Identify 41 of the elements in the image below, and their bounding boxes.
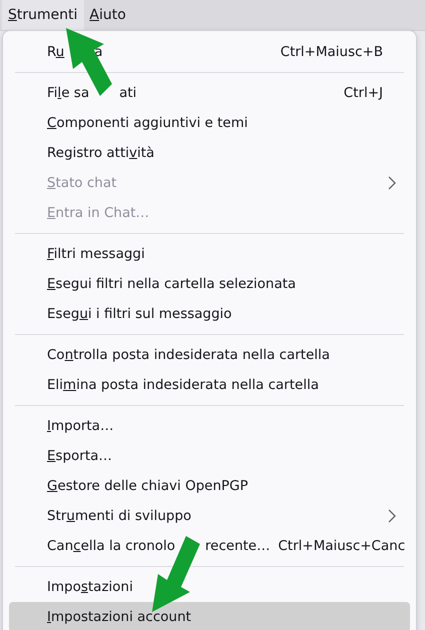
menu-bar-item[interactable]: Aiuto [84, 0, 132, 30]
menu-item[interactable]: Impostazioni [9, 572, 410, 602]
menu-item-label: Filtri messaggi [47, 246, 145, 262]
shortcut-label: Ctrl+Maiusc+B [280, 44, 383, 60]
menu-item-label: Componenti aggiuntivi e temi [47, 115, 248, 131]
menu-item[interactable]: Esegui i filtri sul messaggio [9, 299, 410, 329]
menu-item[interactable]: Filtri messaggi [9, 239, 410, 269]
menu-item[interactable]: Registro attività [9, 138, 410, 168]
menu-item[interactable]: Elimina posta indesiderata nella cartella [9, 370, 410, 400]
menu-item-label: Gestore delle chiavi OpenPGP [47, 478, 248, 494]
menu-item-label: recente… [205, 538, 270, 554]
menu-item[interactable]: File sa ati Ctrl+J [9, 78, 410, 108]
menu-item-label: Impostazioni [47, 579, 133, 595]
menu-item-label: Registro attività [47, 145, 154, 161]
menu-item-label: Impostazioni account [47, 609, 192, 625]
menu-item[interactable]: Cancella la cronolo recente… Ctrl+Maiusc+Canc [9, 531, 410, 561]
menu-item-label: Esegui i filtri sul messaggio [47, 306, 232, 322]
menu-item-label: Esegui filtri nella cartella selezionata [47, 276, 296, 292]
menu-item-label: Elimina posta indesiderata nella cartella [47, 377, 319, 393]
menu-item-label: Ru [47, 44, 64, 60]
menu-bar-item[interactable]: Strumenti [2, 0, 84, 30]
menu-item[interactable]: Importa… [9, 411, 410, 441]
menu-item-label: Cancella la cronolo [47, 538, 176, 554]
menu-item[interactable]: Impostazioni account [9, 602, 410, 630]
shortcut-label: Ctrl+J [344, 85, 383, 101]
menu-item-label: Importa… [47, 418, 114, 434]
menu-item-label: Entra in Chat… [47, 205, 150, 221]
menu-item-label: Esporta… [47, 448, 112, 464]
menu-item[interactable]: Esegui filtri nella cartella selezionata [9, 269, 410, 299]
arrow-drawing [64, 26, 114, 98]
menu-item[interactable]: Gestore delle chiavi OpenPGP [9, 471, 410, 501]
menu-item[interactable]: Controlla posta indesiderata nella cartella [9, 340, 410, 370]
menu-item-label: File sa [47, 85, 90, 101]
menu-item[interactable]: Esporta… [9, 441, 410, 471]
menu-item-label: Strumenti di sviluppo [47, 508, 192, 524]
menu-item-label: Controlla posta indesiderata nella cartella [47, 347, 330, 363]
menu-item-label: ati [119, 85, 137, 101]
menu-item[interactable]: Componenti aggiuntivi e temi [9, 108, 410, 138]
menu-item-label: Stato chat [47, 175, 117, 191]
menu-item[interactable]: Strumenti di sviluppo [9, 501, 410, 531]
shortcut-label: Ctrl+Maiusc+Canc [278, 538, 406, 554]
